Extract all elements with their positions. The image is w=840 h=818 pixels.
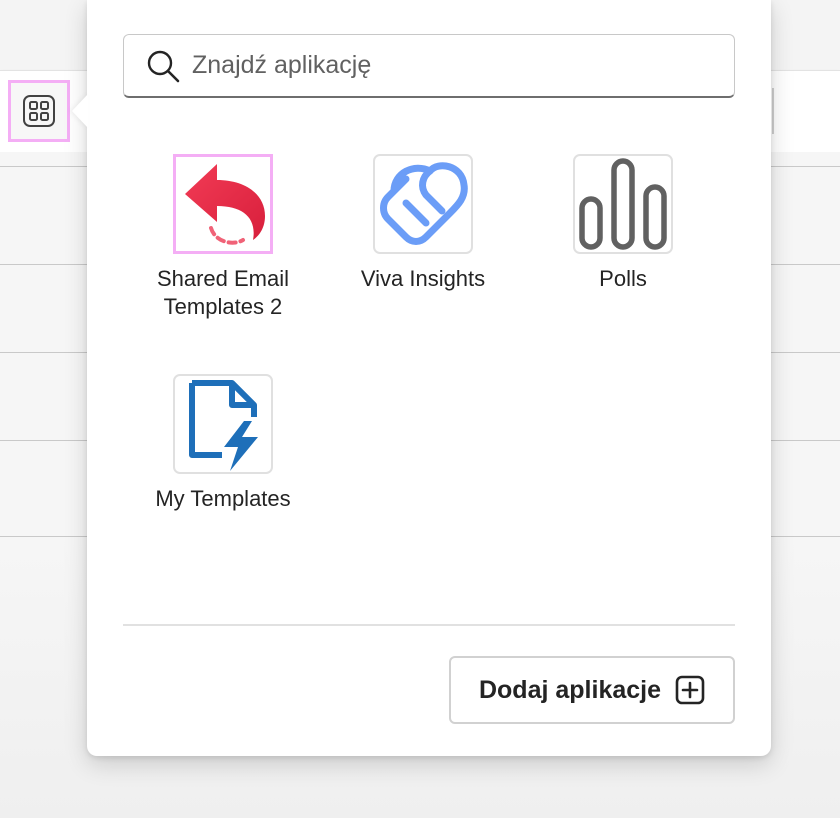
- apps-grid-icon: [22, 94, 56, 128]
- search-box[interactable]: [123, 34, 735, 98]
- app-label: Polls: [599, 266, 647, 291]
- app-label: My Templates: [155, 486, 291, 511]
- viva-insights-icon[interactable]: [373, 154, 473, 254]
- search-icon: [146, 49, 180, 83]
- app-label: Viva Insights: [360, 266, 486, 291]
- toolbar-separator: [772, 88, 774, 134]
- polls-bars-icon[interactable]: [573, 154, 673, 254]
- app-tile-viva-insights[interactable]: Viva Insights: [323, 154, 523, 324]
- app-tile-polls[interactable]: Polls: [523, 154, 723, 324]
- apps-launcher-button[interactable]: [8, 80, 70, 142]
- popover-beak: [72, 94, 88, 128]
- plus-square-icon: [675, 675, 705, 705]
- search-input[interactable]: [192, 51, 692, 80]
- document-lightning-icon[interactable]: [173, 374, 273, 474]
- app-tile-shared-email-templates[interactable]: Shared Email Templates 2: [123, 154, 323, 324]
- red-reply-arrow-icon[interactable]: [173, 154, 273, 254]
- footer-divider: [123, 624, 735, 626]
- add-apps-label: Dodaj aplikacje: [478, 675, 662, 704]
- app-tile-my-templates[interactable]: My Templates: [123, 374, 323, 544]
- app-label: Shared Email Templates 2: [156, 266, 290, 319]
- apps-popover: Shared Email Templates 2 Viva Insights P…: [72, 0, 771, 756]
- add-apps-button[interactable]: Dodaj aplikacje: [449, 656, 735, 724]
